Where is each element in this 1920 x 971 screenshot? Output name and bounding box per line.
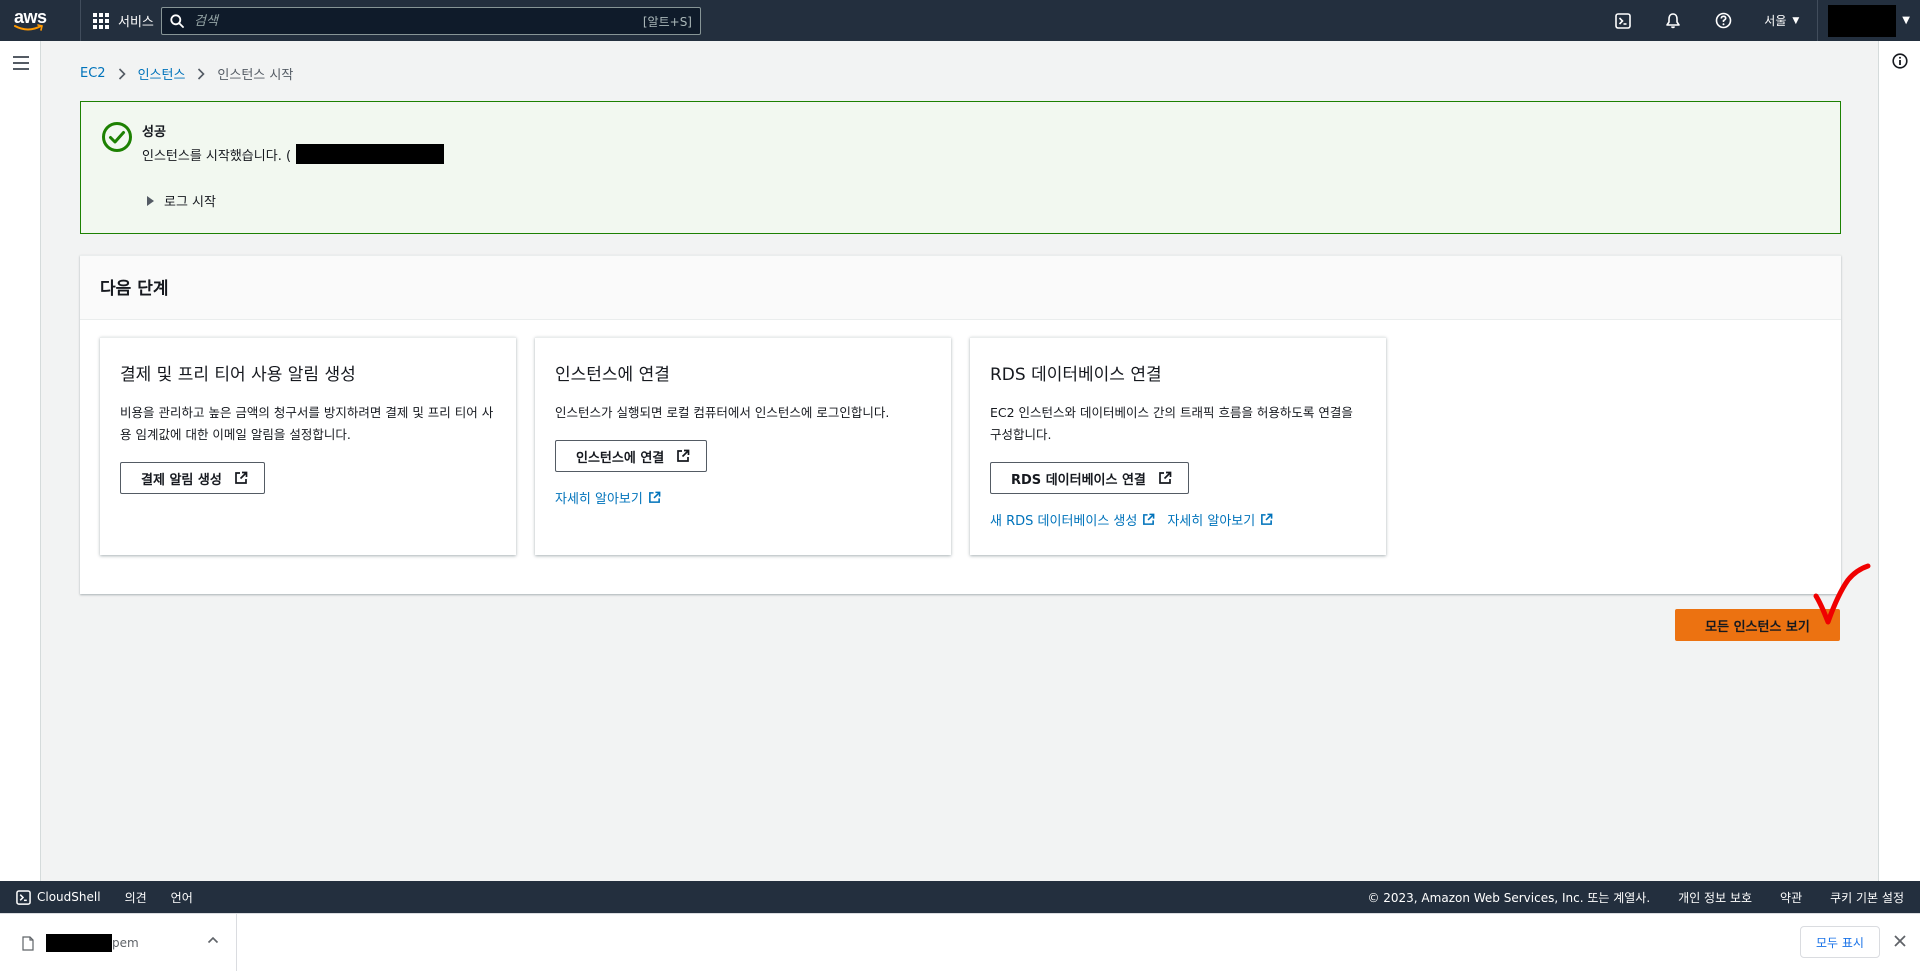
link-label: 새 RDS 데이터베이스 생성	[990, 514, 1138, 529]
red-checkmark-annotation-icon	[1813, 563, 1871, 625]
help-button[interactable]	[1698, 0, 1748, 41]
connect-instance-card: 인스턴스에 연결 인스턴스가 실행되면 로컬 컴퓨터에서 인스턴스에 로그인합니…	[535, 337, 951, 555]
billing-alert-card: 결제 및 프리 티어 사용 알림 생성 비용을 관리하고 높은 금액의 청구서를…	[100, 337, 516, 555]
left-side-rail	[0, 41, 41, 881]
link-label: 자세히 알아보기	[555, 492, 643, 507]
terms-link[interactable]: 약관	[1780, 889, 1802, 906]
create-rds-database-link[interactable]: 새 RDS 데이터베이스 생성	[990, 510, 1155, 529]
card-description: EC2 인스턴스와 데이터베이스 간의 트래픽 흐름을 허용하도록 연결을 구성…	[990, 405, 1353, 442]
language-link[interactable]: 언어	[171, 889, 193, 906]
launch-log-expander[interactable]: 로그 시작	[147, 191, 216, 210]
cloudshell-icon	[16, 889, 31, 905]
help-icon	[1715, 12, 1732, 29]
launch-log-label: 로그 시작	[164, 195, 216, 210]
external-link-icon	[1158, 471, 1172, 485]
flash-message-row: 인스턴스를 시작했습니다. (	[142, 144, 445, 164]
privacy-link[interactable]: 개인 정보 보호	[1678, 889, 1752, 906]
grid-icon	[93, 12, 109, 29]
region-label: 서울	[1764, 14, 1787, 28]
cloudshell-footer-button[interactable]: CloudShell	[16, 889, 101, 905]
breadcrumb-instances-link[interactable]: 인스턴스	[138, 64, 186, 83]
link-label: 자세히 알아보기	[1167, 514, 1256, 529]
browser-download-bar: pem 모두 표시	[0, 913, 1920, 971]
flash-message-text: 인스턴스를 시작했습니다. (	[142, 148, 292, 164]
external-link-icon	[1143, 513, 1155, 525]
close-icon[interactable]	[1893, 934, 1907, 948]
button-label: 인스턴스에 연결	[576, 450, 665, 466]
download-filename-redacted	[46, 934, 112, 952]
caret-down-icon: ▼	[1792, 15, 1800, 26]
top-navigation: aws 서비스 [알트+S]	[0, 0, 1920, 41]
aws-logo-text: aws	[14, 7, 47, 27]
cookie-preferences-link[interactable]: 쿠키 기본 설정	[1830, 889, 1904, 906]
console-footer: CloudShell 의견 언어 © 2023, Amazon Web Serv…	[0, 881, 1920, 913]
breadcrumb-ec2-link[interactable]: EC2	[80, 66, 106, 81]
caret-right-icon	[147, 195, 154, 206]
card-description: 비용을 관리하고 높은 금액의 청구서를 방지하려면 결제 및 프리 티어 사용…	[120, 405, 494, 442]
button-label: 결제 알림 생성	[141, 472, 222, 488]
button-label: 모든 인스턴스 보기	[1705, 619, 1810, 635]
chevron-right-icon	[118, 67, 126, 80]
download-file-suffix: pem	[112, 936, 139, 950]
cloudshell-button[interactable]	[1598, 0, 1648, 41]
cloudshell-icon	[1615, 12, 1632, 29]
search-icon	[170, 14, 184, 28]
account-caret-down-icon[interactable]: ▼	[1902, 15, 1910, 26]
footer-right-links: © 2023, Amazon Web Services, Inc. 또는 계열사…	[1367, 889, 1904, 906]
chevron-up-icon[interactable]	[207, 936, 219, 944]
right-side-rail	[1878, 41, 1920, 881]
aws-logo[interactable]: aws	[14, 0, 66, 41]
bell-icon	[1666, 13, 1681, 29]
external-link-icon	[1261, 513, 1273, 525]
rds-connect-card: RDS 데이터베이스 연결 EC2 인스턴스와 데이터베이스 간의 트래픽 흐름…	[970, 337, 1386, 555]
create-billing-alert-button[interactable]: 결제 알림 생성	[120, 462, 265, 494]
search-input[interactable]	[194, 13, 643, 29]
download-item[interactable]: pem	[0, 914, 237, 971]
card-title: 인스턴스에 연결	[555, 365, 670, 385]
nav-right-group: 서울 ▼ ▼	[1598, 0, 1920, 41]
cloudshell-label: CloudShell	[37, 890, 101, 904]
instance-id-redacted[interactable]	[296, 144, 445, 164]
flash-title: 성공	[142, 125, 166, 140]
account-menu-redacted[interactable]	[1828, 4, 1897, 37]
card-title: RDS 데이터베이스 연결	[990, 365, 1162, 385]
button-label: RDS 데이터베이스 연결	[1011, 472, 1146, 488]
next-steps-container: 다음 단계 결제 및 프리 티어 사용 알림 생성 비용을 관리하고 높은 금액…	[80, 255, 1841, 594]
info-icon[interactable]	[1892, 53, 1908, 69]
external-link-icon	[648, 491, 661, 503]
region-selector[interactable]: 서울 ▼	[1748, 0, 1819, 41]
success-check-circle-icon	[102, 122, 132, 152]
file-icon	[22, 935, 34, 951]
show-all-downloads-button[interactable]: 모두 표시	[1800, 926, 1880, 958]
breadcrumb: EC2 인스턴스 인스턴스 시작	[80, 64, 293, 83]
connect-instance-button[interactable]: 인스턴스에 연결	[555, 440, 708, 472]
hamburger-menu-icon[interactable]	[13, 56, 29, 74]
next-steps-header: 다음 단계	[80, 256, 1841, 320]
learn-more-link[interactable]: 자세히 알아보기	[555, 488, 661, 507]
success-flash-message: 성공 인스턴스를 시작했습니다. ( 로그 시작	[80, 101, 1841, 234]
breadcrumb-current: 인스턴스 시작	[217, 68, 294, 83]
show-all-label: 모두 표시	[1816, 935, 1864, 950]
next-steps-title: 다음 단계	[100, 279, 169, 299]
card-links: 새 RDS 데이터베이스 생성 자세히 알아보기	[990, 510, 1366, 529]
copyright-text: © 2023, Amazon Web Services, Inc. 또는 계열사…	[1367, 890, 1651, 905]
notifications-button[interactable]	[1648, 0, 1698, 41]
connect-rds-database-button[interactable]: RDS 데이터베이스 연결	[990, 462, 1189, 494]
external-link-icon	[676, 449, 690, 463]
services-menu-button[interactable]: 서비스	[80, 0, 166, 41]
external-link-icon	[234, 471, 248, 485]
card-description: 인스턴스가 실행되면 로컬 컴퓨터에서 인스턴스에 로그인합니다.	[555, 405, 890, 420]
feedback-link[interactable]: 의견	[125, 889, 147, 906]
chevron-right-icon	[197, 67, 206, 80]
search-shortcut-hint: [알트+S]	[642, 14, 692, 29]
services-label: 서비스	[118, 15, 154, 30]
aws-smile-icon	[14, 24, 43, 31]
learn-more-link[interactable]: 자세히 알아보기	[1167, 510, 1273, 529]
search-bar[interactable]: [알트+S]	[161, 7, 701, 35]
card-title: 결제 및 프리 티어 사용 알림 생성	[120, 365, 356, 385]
card-links: 자세히 알아보기	[555, 488, 931, 507]
